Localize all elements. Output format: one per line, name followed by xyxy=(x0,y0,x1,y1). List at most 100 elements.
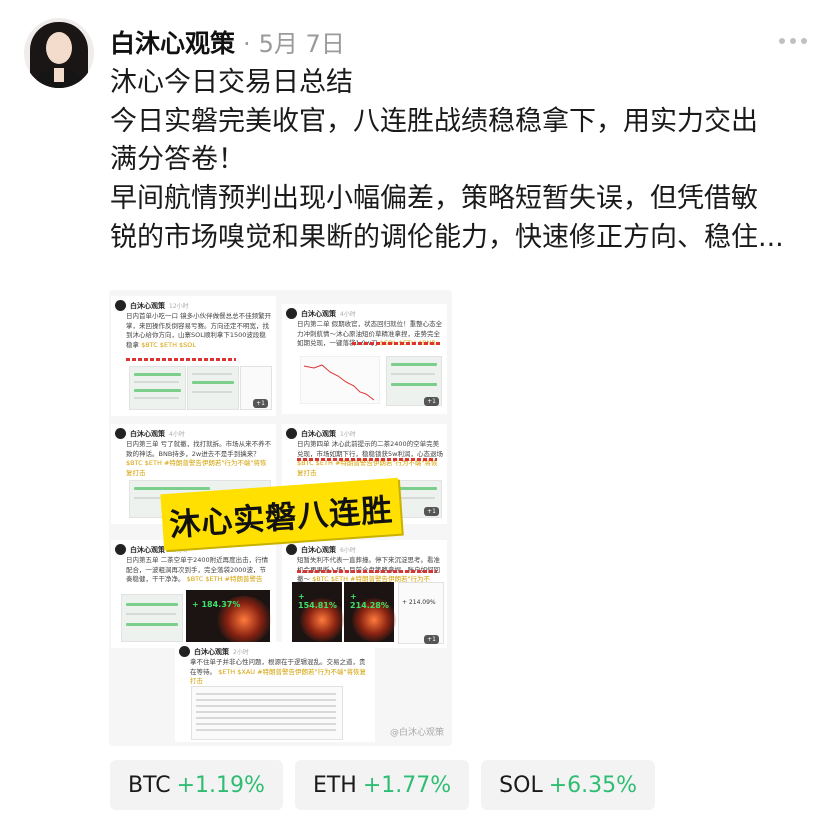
order-list-screenshot xyxy=(191,686,343,740)
mini-avatar xyxy=(115,428,126,439)
image-count-badge: +1 xyxy=(424,635,439,644)
more-options-icon[interactable] xyxy=(779,38,807,44)
chat-bubble xyxy=(391,383,437,386)
post-line: 锐的市场嗅觉和果断的调伦能力，快速修正方向、稳住... xyxy=(110,221,784,253)
ticker-change: +6.35% xyxy=(548,772,638,798)
card-time: 2小时 xyxy=(233,649,249,656)
pnl-screenshot: + 184.37% xyxy=(186,590,272,644)
mini-avatar xyxy=(286,544,297,555)
pnl-value: + 154.81% xyxy=(298,592,337,610)
pnl-value: + 214.28% xyxy=(350,592,389,610)
card-author: 白沐心观策 xyxy=(301,545,336,554)
card-author: 白沐心观策 xyxy=(130,545,165,554)
card-time: 1小时 xyxy=(340,431,356,438)
more-dot xyxy=(779,38,785,44)
mini-avatar xyxy=(179,646,190,657)
card-body: 日内第三单 亏了就撤，找打就拆。市场从来不养不致的神话。BNB持多，2w进去不是… xyxy=(126,440,272,458)
chat-line xyxy=(134,381,179,383)
card-author: 白沐心观策 xyxy=(130,429,165,438)
image-card: 白沐心观策 13分钟 日内第五单 二茶空单于2400附近再度出击，行情配合，一波… xyxy=(111,540,276,648)
pnl-screenshot: + 214.28% xyxy=(344,582,396,642)
card-tags: $BTC $ETH $SOL xyxy=(141,340,197,349)
image-card: 白沐心观策 12小时 日内首单小吃一口 镜多小伙伴做餐总总不佳频繁开掌，来回操作… xyxy=(111,296,276,416)
red-underline xyxy=(297,570,437,573)
card-header: 白沐心观策 1小时 xyxy=(286,428,356,439)
banner-text: 沐心实磐八连胜 xyxy=(168,491,395,544)
ticker-symbol: SOL xyxy=(499,772,543,798)
chat-bubble xyxy=(126,623,178,626)
ticker-symbol: ETH xyxy=(312,772,357,798)
post-date: 5月 7日 xyxy=(258,30,345,58)
card-header: 白沐心观策 6小时 xyxy=(286,544,356,555)
card-header: 白沐心观策 4小时 xyxy=(115,428,185,439)
post-body[interactable]: 沐心今日交易日总结 今日实磐完美收官，八连胜战绩稳稳拿下，用实力交出 满分答卷！… xyxy=(110,64,810,258)
ticker-eth[interactable]: ETH +1.77% xyxy=(294,760,470,810)
chat-bubble xyxy=(134,487,210,490)
card-tags: $ETH $XAU #特朗普警告伊朗若"行为不端"将恢复打击 xyxy=(190,667,367,686)
mini-avatar xyxy=(115,300,126,311)
card-text: 日内第四单 沐心此前提示的二茶2400的空单完美兑现，市场如期下行，稳稳锁获5w… xyxy=(297,440,443,482)
card-text: 日内第二单 假期收官，状态回归就位！重整心态全力冲刺航情～沐心原油短价草精准拿捏… xyxy=(297,320,443,360)
image-card: 白沐心观策 4小时 日内第二单 假期收官，状态回归就位！重整心态全力冲刺航情～沐… xyxy=(282,304,447,414)
chat-bubble xyxy=(134,389,181,392)
red-underline xyxy=(297,458,437,461)
ticker-btc[interactable]: BTC +1.19% xyxy=(110,760,283,810)
card-body: 日内第四单 沐心此前提示的二茶2400的空单完美兑现，市场如期下行，稳稳锁获5w… xyxy=(297,440,443,458)
card-author: 白沐心观策 xyxy=(301,309,336,318)
image-count-badge: +1 xyxy=(424,397,439,406)
pnl-value: + 184.37% xyxy=(192,600,241,609)
card-tags: $BTC $ETH #特朗普警告伊朗若"行为不端"将恢复打击 xyxy=(126,459,267,477)
more-dot xyxy=(790,38,796,44)
chart-background xyxy=(300,356,380,404)
author-name[interactable]: 白沐心观策 xyxy=(110,24,235,60)
chat-line xyxy=(192,373,232,375)
card-text: 日内首单小吃一口 镜多小伙伴做餐总总不佳频繁开掌，来回操作反倒容易亏赛。方向还定… xyxy=(126,312,272,370)
card-time: 6小时 xyxy=(340,547,356,554)
card-header: 白沐心观策 2小时 xyxy=(179,646,249,657)
card-time: 4小时 xyxy=(340,311,356,318)
post-line: 满分答卷！ xyxy=(110,144,245,176)
red-underline xyxy=(126,358,236,361)
chat-line xyxy=(126,613,176,615)
card-time: 12小时 xyxy=(169,303,189,310)
image-card: 白沐心观策 6小时 短暂失利不代表一直葬撞。停下来沉淀思考。看准机会再果断入场！… xyxy=(282,540,447,648)
image-count-badge: +1 xyxy=(424,507,439,516)
order-row xyxy=(196,711,336,713)
order-row xyxy=(196,729,336,731)
chat-bubble xyxy=(391,363,437,366)
order-row xyxy=(196,699,336,701)
ticker-change: +1.77% xyxy=(362,772,452,798)
separator-dot: · xyxy=(243,30,251,58)
ticker-sol[interactable]: SOL +6.35% xyxy=(481,760,656,810)
image-count-badge: +1 xyxy=(253,399,268,408)
pnl-screenshot: + 154.81% xyxy=(292,582,344,642)
chat-line xyxy=(192,391,232,393)
chat-line xyxy=(134,397,179,399)
card-author: 白沐心观策 xyxy=(130,301,165,310)
chat-bubble xyxy=(134,373,181,376)
card-header: 白沐心观策 12小时 xyxy=(115,300,189,311)
red-underline xyxy=(352,342,442,345)
order-row xyxy=(196,693,336,695)
card-tags: $BTC $ETH #特朗普警告伊朗若"行为不端"将恢复打击 xyxy=(297,459,438,477)
post-line: 沐心今日交易日总结 xyxy=(110,67,353,98)
chat-bubble xyxy=(126,603,178,606)
chat-screenshot xyxy=(121,594,183,642)
chat-bubble xyxy=(192,381,234,384)
mini-avatar xyxy=(286,308,297,319)
price-chart-thumbnail xyxy=(300,356,380,404)
post-image[interactable]: 白沐心观策 12小时 日内首单小吃一口 镜多小伙伴做餐总总不佳频繁开掌，来回操作… xyxy=(109,290,452,746)
mini-avatar xyxy=(286,428,297,439)
ticker-row: BTC +1.19% ETH +1.77% SOL +6.35% xyxy=(110,760,656,810)
card-text: 日内第三单 亏了就撤，找打就拆。市场从来不养不致的神话。BNB持多，2w进去不是… xyxy=(126,440,272,482)
ticker-symbol: BTC xyxy=(128,772,171,798)
ticker-change: +1.19% xyxy=(176,772,265,798)
avatar-neck xyxy=(54,68,64,82)
chat-screenshot xyxy=(129,366,186,410)
more-dot xyxy=(801,38,807,44)
card-time: 4小时 xyxy=(169,431,185,438)
card-header: 白沐心观策 4小时 xyxy=(286,308,356,319)
pnl-value: + 214.09% xyxy=(402,599,436,606)
author-avatar[interactable] xyxy=(24,18,94,88)
chat-line xyxy=(391,373,435,375)
